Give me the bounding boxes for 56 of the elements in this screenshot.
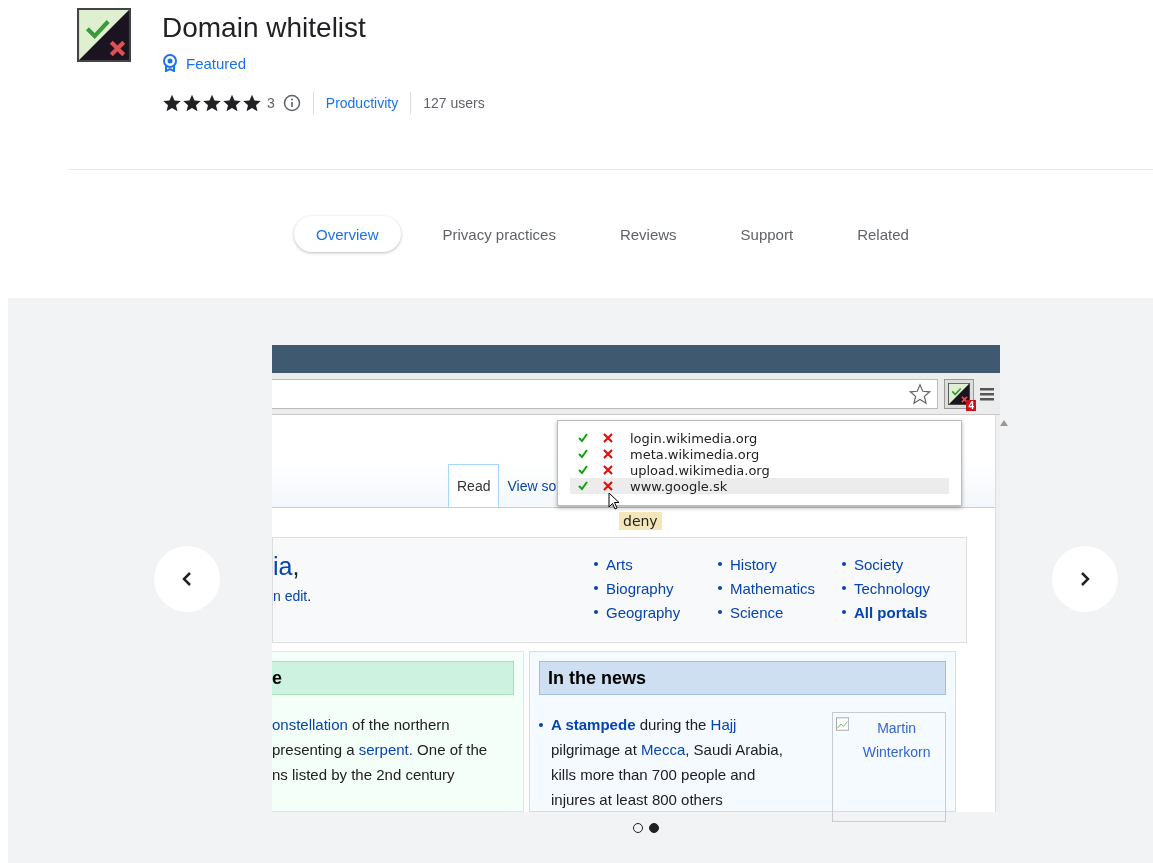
news-item: A stampede during the Hajj pilgrimage at Mecca, Saudi Arabia, kills more than 700 people and injures at least 800 others <box>551 715 784 810</box>
domain-row[interactable]: upload.wikimedia.org <box>570 462 949 478</box>
portal-link[interactable]: Society <box>854 555 904 573</box>
page-tab[interactable]: Read <box>448 464 500 507</box>
user-count: 127 users <box>423 95 485 111</box>
extension-logo <box>77 8 131 62</box>
text-link[interactable]: serpent <box>358 741 409 758</box>
menu-icon[interactable] <box>980 386 994 401</box>
info-icon[interactable] <box>282 94 301 112</box>
section-heading: In the news <box>539 661 946 695</box>
extension-icon <box>948 382 970 405</box>
award-icon <box>162 54 178 72</box>
portal-link[interactable]: Arts <box>606 555 633 573</box>
detail-tab[interactable]: Related <box>835 216 931 252</box>
featured-label: Featured <box>186 54 247 72</box>
portal-link[interactable]: Technology <box>854 579 930 597</box>
text-link[interactable]: A stampede <box>551 716 636 733</box>
image-alt-link[interactable]: Martin Winterkorn <box>851 716 942 818</box>
welcome-title-link[interactable]: ia <box>273 552 293 580</box>
portal-link[interactable]: Biography <box>606 579 674 597</box>
article-text: onstellation of the northern <box>272 715 451 735</box>
detail-tab[interactable]: Reviews <box>597 216 699 252</box>
welcome-punctuation: , <box>292 552 300 580</box>
cross-icon[interactable] <box>603 481 613 491</box>
detail-tab[interactable]: Overview <box>294 216 401 252</box>
slide-dot[interactable] <box>648 823 659 833</box>
broken-image-icon <box>836 716 850 732</box>
tooltip: deny <box>619 512 662 530</box>
section-heading: e <box>272 661 514 695</box>
portal-link[interactable]: Science <box>730 603 784 621</box>
domain-row[interactable]: login.wikimedia.org <box>570 430 949 446</box>
chevron-left-icon <box>181 569 193 588</box>
portal-link[interactable]: History <box>730 555 777 573</box>
rating-count: 3 <box>267 95 275 111</box>
domain-row[interactable]: meta.wikimedia.org <box>570 446 949 462</box>
text-link[interactable]: Hajj <box>710 716 737 733</box>
category-link[interactable]: Productivity <box>325 95 399 111</box>
article-text: presenting a serpent. One of the <box>272 740 489 760</box>
portal-link[interactable]: Mathematics <box>730 579 816 597</box>
portal-link[interactable]: Geography <box>606 603 681 621</box>
article-text: ns listed by the 2nd century <box>272 765 456 785</box>
detail-tab[interactable]: Privacy practices <box>420 216 578 252</box>
extension-title: Domain whitelist <box>162 11 367 45</box>
scroll-up-icon[interactable] <box>1000 420 1008 426</box>
cross-icon[interactable] <box>603 433 613 443</box>
domain-row[interactable]: www.google.sk <box>570 478 949 494</box>
star-icon[interactable] <box>909 382 931 405</box>
cross-icon[interactable] <box>603 465 613 475</box>
detail-tab[interactable]: Support <box>718 216 816 252</box>
chevron-right-icon <box>1079 569 1091 588</box>
text-link[interactable]: onstellation <box>272 716 348 733</box>
portal-link[interactable]: All portals <box>854 603 928 621</box>
count-badge: 4 <box>966 399 976 411</box>
welcome-punctuation: . <box>307 588 312 604</box>
extension-button[interactable]: 4 <box>944 378 974 409</box>
cross-icon[interactable] <box>603 449 613 459</box>
